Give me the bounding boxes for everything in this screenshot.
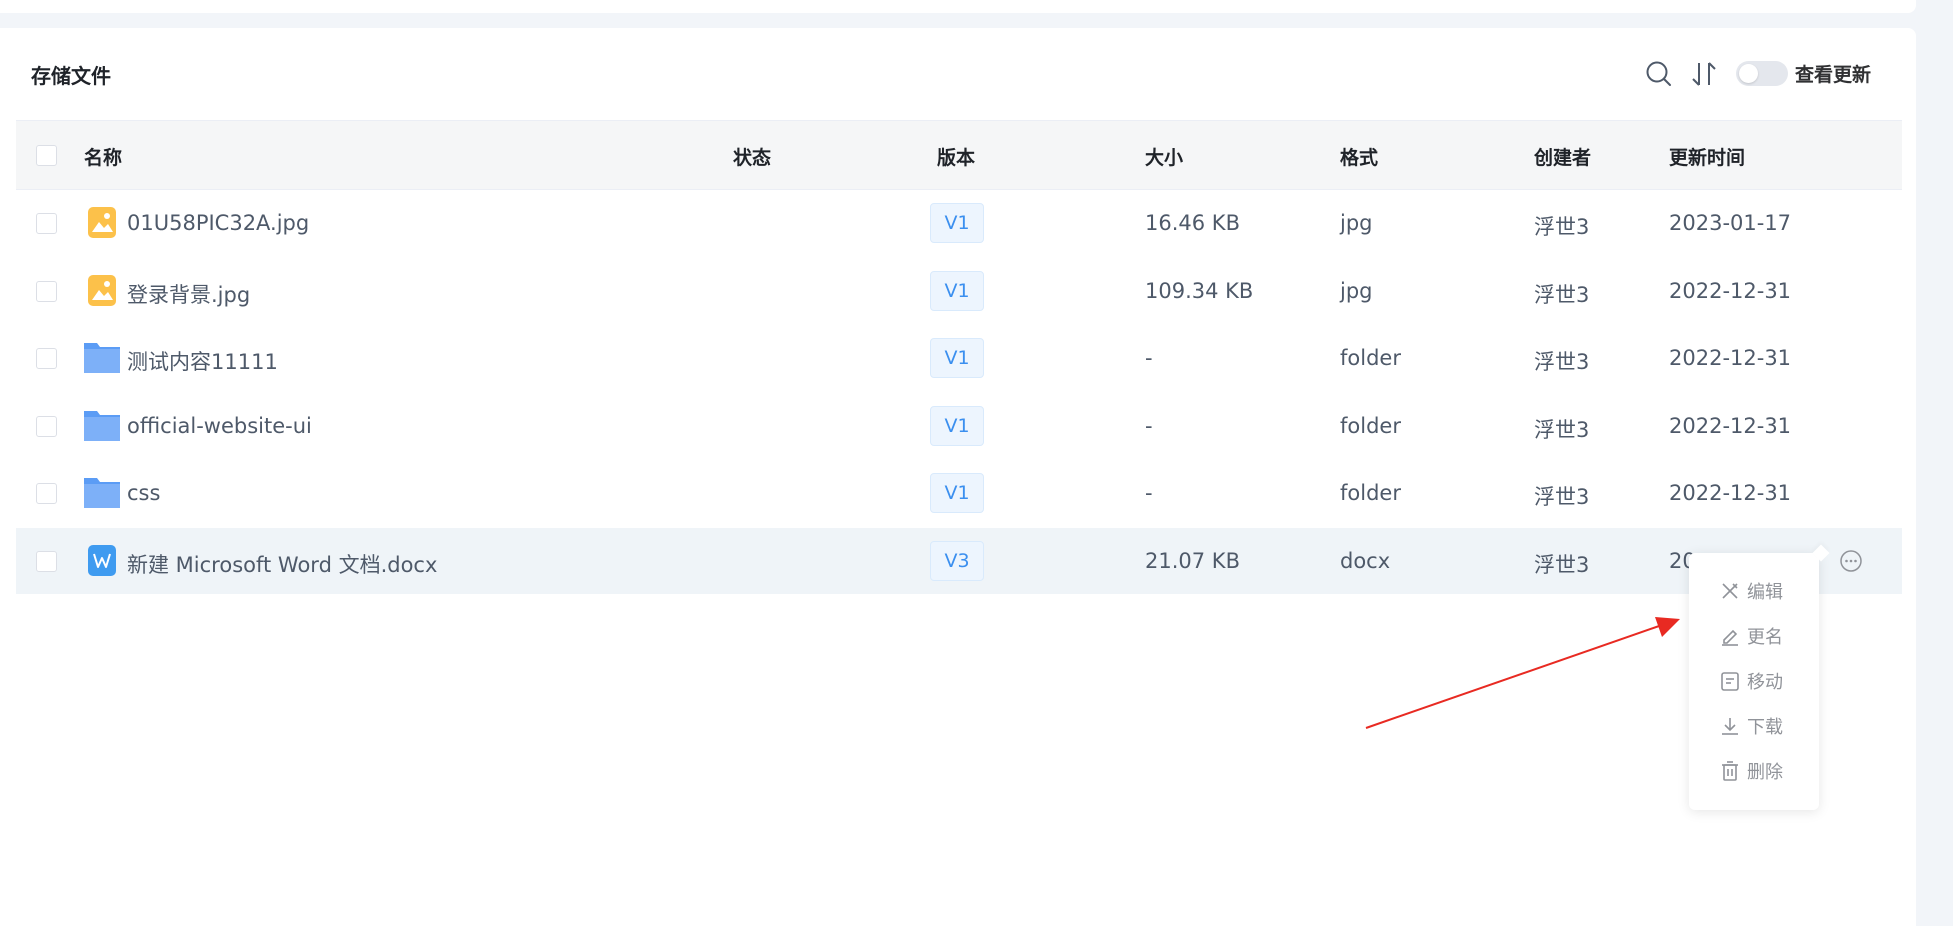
annotation-arrow (1365, 617, 1680, 729)
